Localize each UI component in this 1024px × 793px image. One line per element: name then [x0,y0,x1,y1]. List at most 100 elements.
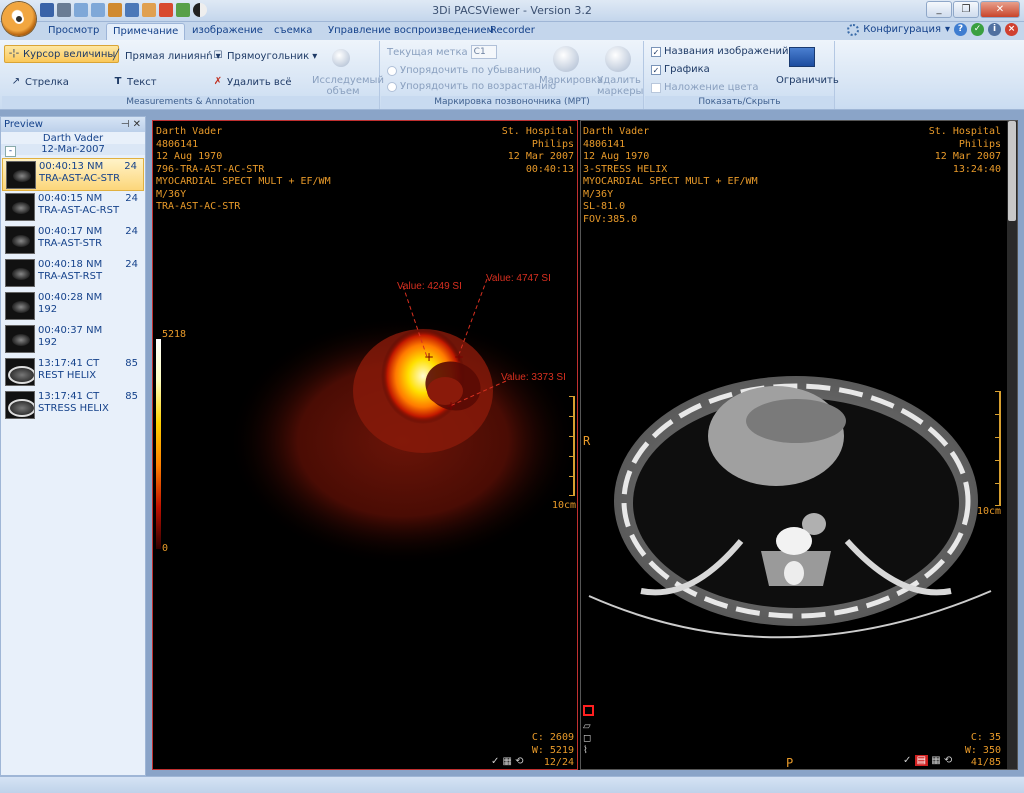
volume-icon [332,49,350,67]
group-measurements: -¦- Курсор величины ╱ Прямая линиянń ▾ ☐… [2,41,384,109]
tab-view[interactable]: Просмотр [42,23,105,40]
app-menu-button[interactable] [2,2,36,36]
color-overlay-checkbox[interactable] [651,82,661,93]
tab-recorder[interactable]: Recorder [484,23,541,40]
series-description: 796-TRA-AST-AC-STR [156,163,265,175]
birth-date: 12 Aug 1970 [156,151,223,162]
group-show-title: Показать/Скрыть [645,96,834,109]
series-time: 00:40:37 NM [38,325,103,336]
delete-all-button[interactable]: ✗ Удалить всё [212,76,292,88]
config-button[interactable]: Конфигурация [863,24,941,35]
measure-value-2[interactable]: Value: 4747 SI [486,273,551,284]
chevron-down-icon: ▾ [312,50,318,62]
series-thumbnail [6,161,36,189]
series-name: TRA-AST-AC-STR [156,201,241,212]
window-width: W: 350 [964,744,1001,756]
sort-asc-radio[interactable] [387,81,397,92]
series-list-item[interactable]: 00:40:37 NM 192 [2,323,144,356]
sort-desc-option[interactable]: Упорядочить по убыванию [387,65,541,76]
arrow-button[interactable]: ↗ Стрелка [10,76,69,88]
image-names-checkbox[interactable]: ✓ [651,46,661,57]
line-button[interactable]: ╱ Прямая линиянń ▾ [110,50,221,62]
left-info-topleft: Darth Vader 4806141 12 Aug 1970 796-TRA-… [156,126,331,214]
patient-name: Darth Vader [583,126,650,137]
study-header[interactable]: Darth Vader 12-Mar-2007 - [1,132,145,158]
ribbon-tabs: Просмотр Примечание изображение съемка У… [0,22,1024,40]
rectangle-button[interactable]: ☐ Прямоугольник ▾ [212,50,318,62]
sort-asc-option[interactable]: Упорядочить по возрастанию [387,81,556,92]
preview-panel: Preview ⊣ ✕ Darth Vader 12-Mar-2007 - 00… [0,116,146,776]
series-text: 13:17:41 CT STRESS HELIX [38,391,109,415]
limit-icon [789,47,815,67]
viewport-ct[interactable]: Darth Vader 4806141 12 Aug 1970 3-STRESS… [580,120,1018,770]
series-list-item[interactable]: 13:17:41 CT REST HELIX 85 [2,356,144,389]
frame-number: 12/24 [543,757,574,768]
help-icon[interactable]: ? [954,23,967,36]
text-icon: T [114,76,122,87]
delete-markers-button[interactable]: Удалить маркеры [597,75,643,97]
text-button[interactable]: T Текст [112,76,157,88]
series-list-item[interactable]: 00:40:15 NM TRA-AST-AC-RST 24 [2,191,144,224]
scale-ruler [567,396,575,496]
color-bar [156,339,161,549]
study-description: MYOCARDIAL SPECT MULT + EF/WM [583,176,758,187]
limit-button[interactable]: Ограничить [776,75,839,86]
scrollbar-thumb[interactable] [1008,121,1016,221]
layout-selector-icon[interactable] [583,705,594,716]
viewport-tools-right[interactable]: ✓ ▤ ▦ ⟲ [903,755,952,766]
series-list-item[interactable]: 00:40:28 NM 192 [2,290,144,323]
series-list-item[interactable]: 00:40:13 NM TRA-AST-AC-STR 24 [2,158,144,191]
color-overlay-option[interactable]: Наложение цвета [651,82,759,93]
tab-image[interactable]: изображение [186,23,269,40]
tab-playback[interactable]: Управление воспроизведением [322,23,500,40]
viewport-tools-left[interactable]: ✓ ▦ ⟲ [491,756,524,767]
close-button[interactable]: ✕ [980,1,1020,18]
field-of-view: FOV:385.0 [583,213,638,225]
maximize-button[interactable]: ❐ [953,1,979,18]
measure-value-3[interactable]: Value: 3373 SI [501,372,566,383]
chevron-down-icon[interactable]: ▾ [945,24,950,35]
viewport-spect[interactable]: + + + Darth Vader 4806141 12 Aug 1970 79… [152,120,578,770]
current-label-combo[interactable]: C1 [470,45,497,59]
series-thumbnail [5,358,35,386]
series-time: 00:40:17 NM [38,226,103,237]
grid-icon[interactable]: ▤ [914,755,929,766]
status-bar [0,776,1024,793]
collapse-icon[interactable]: - [5,146,16,157]
series-list-item[interactable]: 13:17:41 CT STRESS HELIX 85 [2,389,144,422]
series-name: TRA-AST-AC-STR [39,173,121,184]
preview-panel-buttons: ⊣ ✕ [121,117,141,132]
graphics-option[interactable]: ✓ Графика [651,64,710,75]
gear-icon [847,23,860,36]
viewport-scrollbar[interactable] [1007,121,1017,769]
ok-icon[interactable]: ✓ [971,23,984,36]
right-window-info: C: 35 W: 350 41/85 [964,732,1001,769]
volume-button[interactable]: Исследуемый объем [312,75,384,97]
series-thumbnail [5,226,35,254]
color-overlay-label: Наложение цвета [664,82,759,93]
pin-icon[interactable]: ⊣ [121,119,130,130]
study-time: 00:40:13 [525,163,574,175]
tab-annotation[interactable]: Примечание [106,23,186,40]
series-time: 13:17:41 CT [38,391,100,402]
close-icon[interactable]: ✕ [133,119,141,130]
series-list-item[interactable]: 00:40:17 NM TRA-AST-STR 24 [2,224,144,257]
image-names-option[interactable]: ✓ Названия изображений [651,46,789,57]
exit-icon[interactable]: × [1005,23,1018,36]
rectangle-icon: ☐ [213,50,223,61]
marking-button[interactable]: Маркировка [539,75,603,86]
minimize-button[interactable]: _ [926,1,952,18]
info-icon[interactable]: i [988,23,1001,36]
image-viewer: + + + Darth Vader 4806141 12 Aug 1970 79… [152,120,1018,770]
orientation-p: P [786,756,794,770]
ruler-cursor-button[interactable]: -¦- Курсор величины [4,45,120,63]
tab-capture[interactable]: съемка [268,23,318,40]
window-controls: _ ❐ ✕ [926,1,1020,18]
graphics-checkbox[interactable]: ✓ [651,64,661,75]
sort-desc-radio[interactable] [387,65,397,76]
series-list-item[interactable]: 00:40:18 NM TRA-AST-RST 24 [2,257,144,290]
measure-value-1[interactable]: Value: 4249 SI [397,281,462,292]
series-thumbnail [5,391,35,419]
layout-options[interactable]: ▱ ◻ ⌇ [583,721,591,757]
study-patient-name: Darth Vader [42,133,104,144]
